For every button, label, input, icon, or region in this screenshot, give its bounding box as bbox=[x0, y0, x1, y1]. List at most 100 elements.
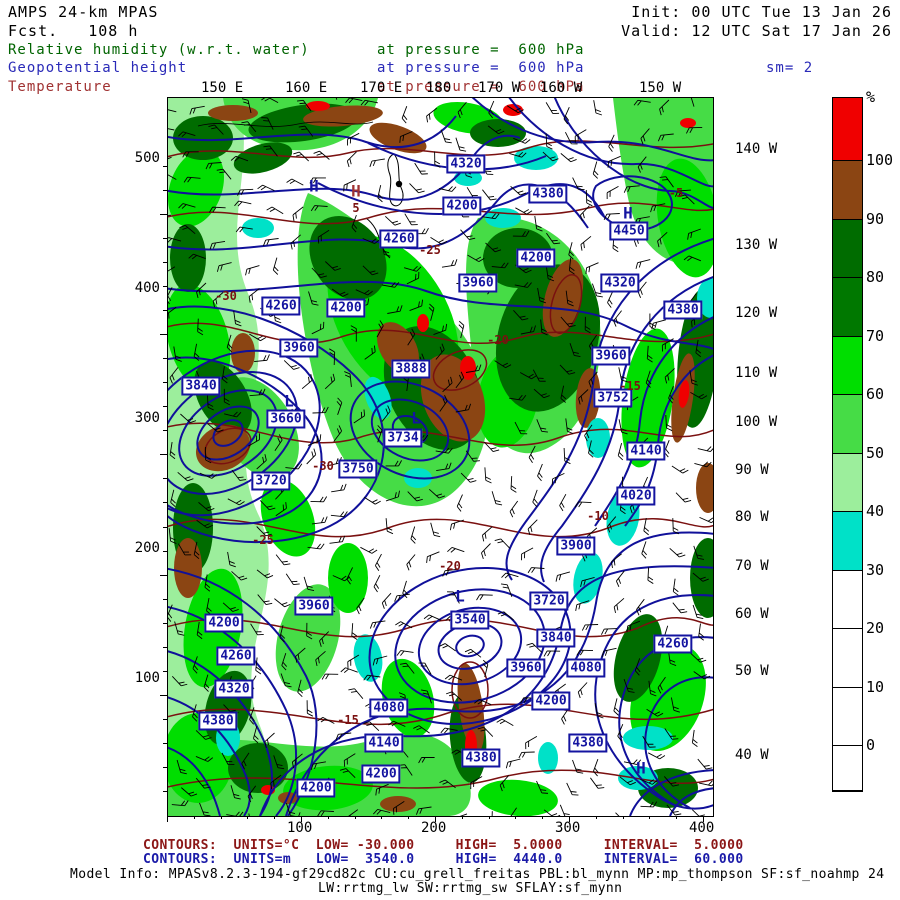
axis-tick bbox=[163, 430, 167, 432]
lon-label-right: 70 W bbox=[735, 558, 769, 574]
height-contour-label: 4260 bbox=[653, 634, 693, 654]
init-time: Init: 00 UTC Tue 13 Jan 26 bbox=[631, 3, 892, 21]
axis-tick bbox=[163, 478, 167, 480]
axis-tick bbox=[163, 238, 167, 240]
axis-tick bbox=[676, 816, 678, 819]
colorbar-tick-label: 100 bbox=[866, 151, 894, 169]
smoothing-label: sm= 2 bbox=[766, 60, 814, 76]
axis-tick bbox=[488, 816, 490, 819]
height-contour-label: 4200 bbox=[442, 196, 482, 216]
colorbar-tick-label: 90 bbox=[866, 209, 885, 228]
height-contour-label: 3720 bbox=[529, 591, 569, 611]
axis-tick bbox=[160, 694, 167, 696]
lon-label-right: 120 W bbox=[735, 305, 778, 321]
axis-tick bbox=[160, 214, 167, 215]
axis-tick bbox=[163, 790, 167, 792]
axis-tick bbox=[163, 646, 167, 648]
height-contour-label: 4080 bbox=[369, 698, 409, 718]
axis-tick bbox=[435, 816, 436, 822]
temp-contour-label: -25 bbox=[252, 533, 274, 547]
axis-tick bbox=[163, 526, 167, 528]
y-axis-label: 400 bbox=[134, 280, 160, 296]
axis-tick bbox=[408, 816, 410, 819]
x-axis-label: 300 bbox=[555, 820, 581, 836]
height-contour-label: 4260 bbox=[379, 229, 419, 249]
colorbar-tick-label: 50 bbox=[866, 443, 885, 462]
temp-contour-label: -25 bbox=[419, 243, 441, 257]
lon-label-top: 150 W bbox=[639, 80, 682, 96]
colorbar-tick-label: 20 bbox=[866, 619, 885, 637]
high-marker: H bbox=[351, 181, 361, 201]
temp-contour-label: -15 bbox=[619, 379, 641, 393]
colorbar-segment bbox=[833, 219, 862, 278]
lon-label-right: 130 W bbox=[735, 237, 778, 253]
colorbar-segment bbox=[833, 453, 862, 512]
height-contour-label: 4200 bbox=[516, 248, 556, 268]
y-axis-label: 300 bbox=[134, 410, 160, 426]
axis-tick bbox=[163, 742, 167, 744]
axis-tick bbox=[163, 622, 167, 624]
height-contour-label: 3960 bbox=[458, 273, 498, 293]
height-contour-label: 4380 bbox=[528, 184, 568, 204]
station-dot bbox=[395, 180, 403, 188]
axis-tick bbox=[163, 189, 167, 191]
height-contour-label: 4380 bbox=[568, 733, 608, 753]
axis-tick bbox=[163, 406, 167, 408]
forecast-hour: Fcst. 108 h bbox=[8, 22, 139, 40]
axis-tick bbox=[569, 816, 570, 822]
height-contour-label: 4450 bbox=[609, 221, 649, 241]
low-marker: L bbox=[411, 408, 421, 428]
axis-tick bbox=[160, 574, 167, 576]
height-contour-label: 3840 bbox=[536, 628, 576, 648]
high-marker: H bbox=[309, 176, 319, 196]
height-contour-label: 3660 bbox=[266, 409, 306, 429]
lon-label-top: 170 E bbox=[360, 80, 403, 96]
height-contour-label: 4380 bbox=[461, 748, 501, 768]
height-contour-label: 4380 bbox=[663, 300, 703, 320]
model-info-line2: LW:rrtmg_lw SW:rrtmg_sw SFLAY:sf_mynn bbox=[318, 881, 623, 896]
height-contour-label: 4200 bbox=[361, 764, 401, 784]
lon-label-right: 100 W bbox=[735, 414, 778, 430]
axis-tick bbox=[163, 310, 167, 312]
height-contour-label: 3888 bbox=[391, 359, 431, 379]
temp-contour-label: 5 bbox=[352, 201, 360, 215]
field-temp-label: Temperature bbox=[8, 79, 112, 95]
colorbar-segment bbox=[833, 395, 862, 454]
height-contour-label: 4080 bbox=[566, 658, 606, 678]
axis-tick bbox=[327, 816, 329, 819]
axis-tick bbox=[163, 718, 167, 720]
colorbar-segment bbox=[833, 629, 862, 688]
axis-tick bbox=[160, 334, 167, 336]
height-contour-label: 4200 bbox=[204, 613, 244, 633]
colorbar-unit: % bbox=[866, 88, 876, 106]
colorbar-segment bbox=[833, 98, 862, 161]
height-contour-label: 3540 bbox=[450, 610, 490, 630]
height-contour-label: 3720 bbox=[251, 471, 291, 491]
height-contour-label: 4140 bbox=[626, 441, 666, 461]
temp-contour-label: -10 bbox=[587, 509, 609, 523]
axis-tick bbox=[163, 382, 167, 384]
low-marker: L bbox=[455, 586, 465, 606]
axis-tick bbox=[301, 816, 302, 822]
temp-contour-label: -5 bbox=[668, 186, 684, 200]
rh-colorbar bbox=[832, 97, 863, 792]
temp-contour-label: -20 bbox=[439, 559, 461, 573]
low-marker: L bbox=[284, 391, 294, 411]
colorbar-segment bbox=[833, 570, 862, 629]
field-rh-level: at pressure = 600 hPa bbox=[377, 42, 585, 58]
colorbar-segment bbox=[833, 161, 862, 220]
height-contour-label: 4200 bbox=[531, 691, 571, 711]
lon-label-right: 60 W bbox=[735, 606, 769, 622]
colorbar-tick-label: 40 bbox=[866, 502, 885, 520]
lon-label-right: 50 W bbox=[735, 663, 769, 679]
axis-tick bbox=[703, 816, 704, 822]
colorbar-tick-label: 60 bbox=[866, 385, 885, 403]
axis-tick bbox=[515, 816, 517, 819]
axis-tick bbox=[542, 816, 544, 819]
axis-tick bbox=[167, 816, 168, 822]
colorbar-tick-label: 70 bbox=[866, 326, 885, 345]
colorbar-segment bbox=[833, 336, 862, 395]
temp-contour-label: -30 bbox=[215, 289, 237, 303]
y-axis-label: 500 bbox=[134, 150, 160, 166]
lon-label-right: 40 W bbox=[735, 747, 769, 763]
